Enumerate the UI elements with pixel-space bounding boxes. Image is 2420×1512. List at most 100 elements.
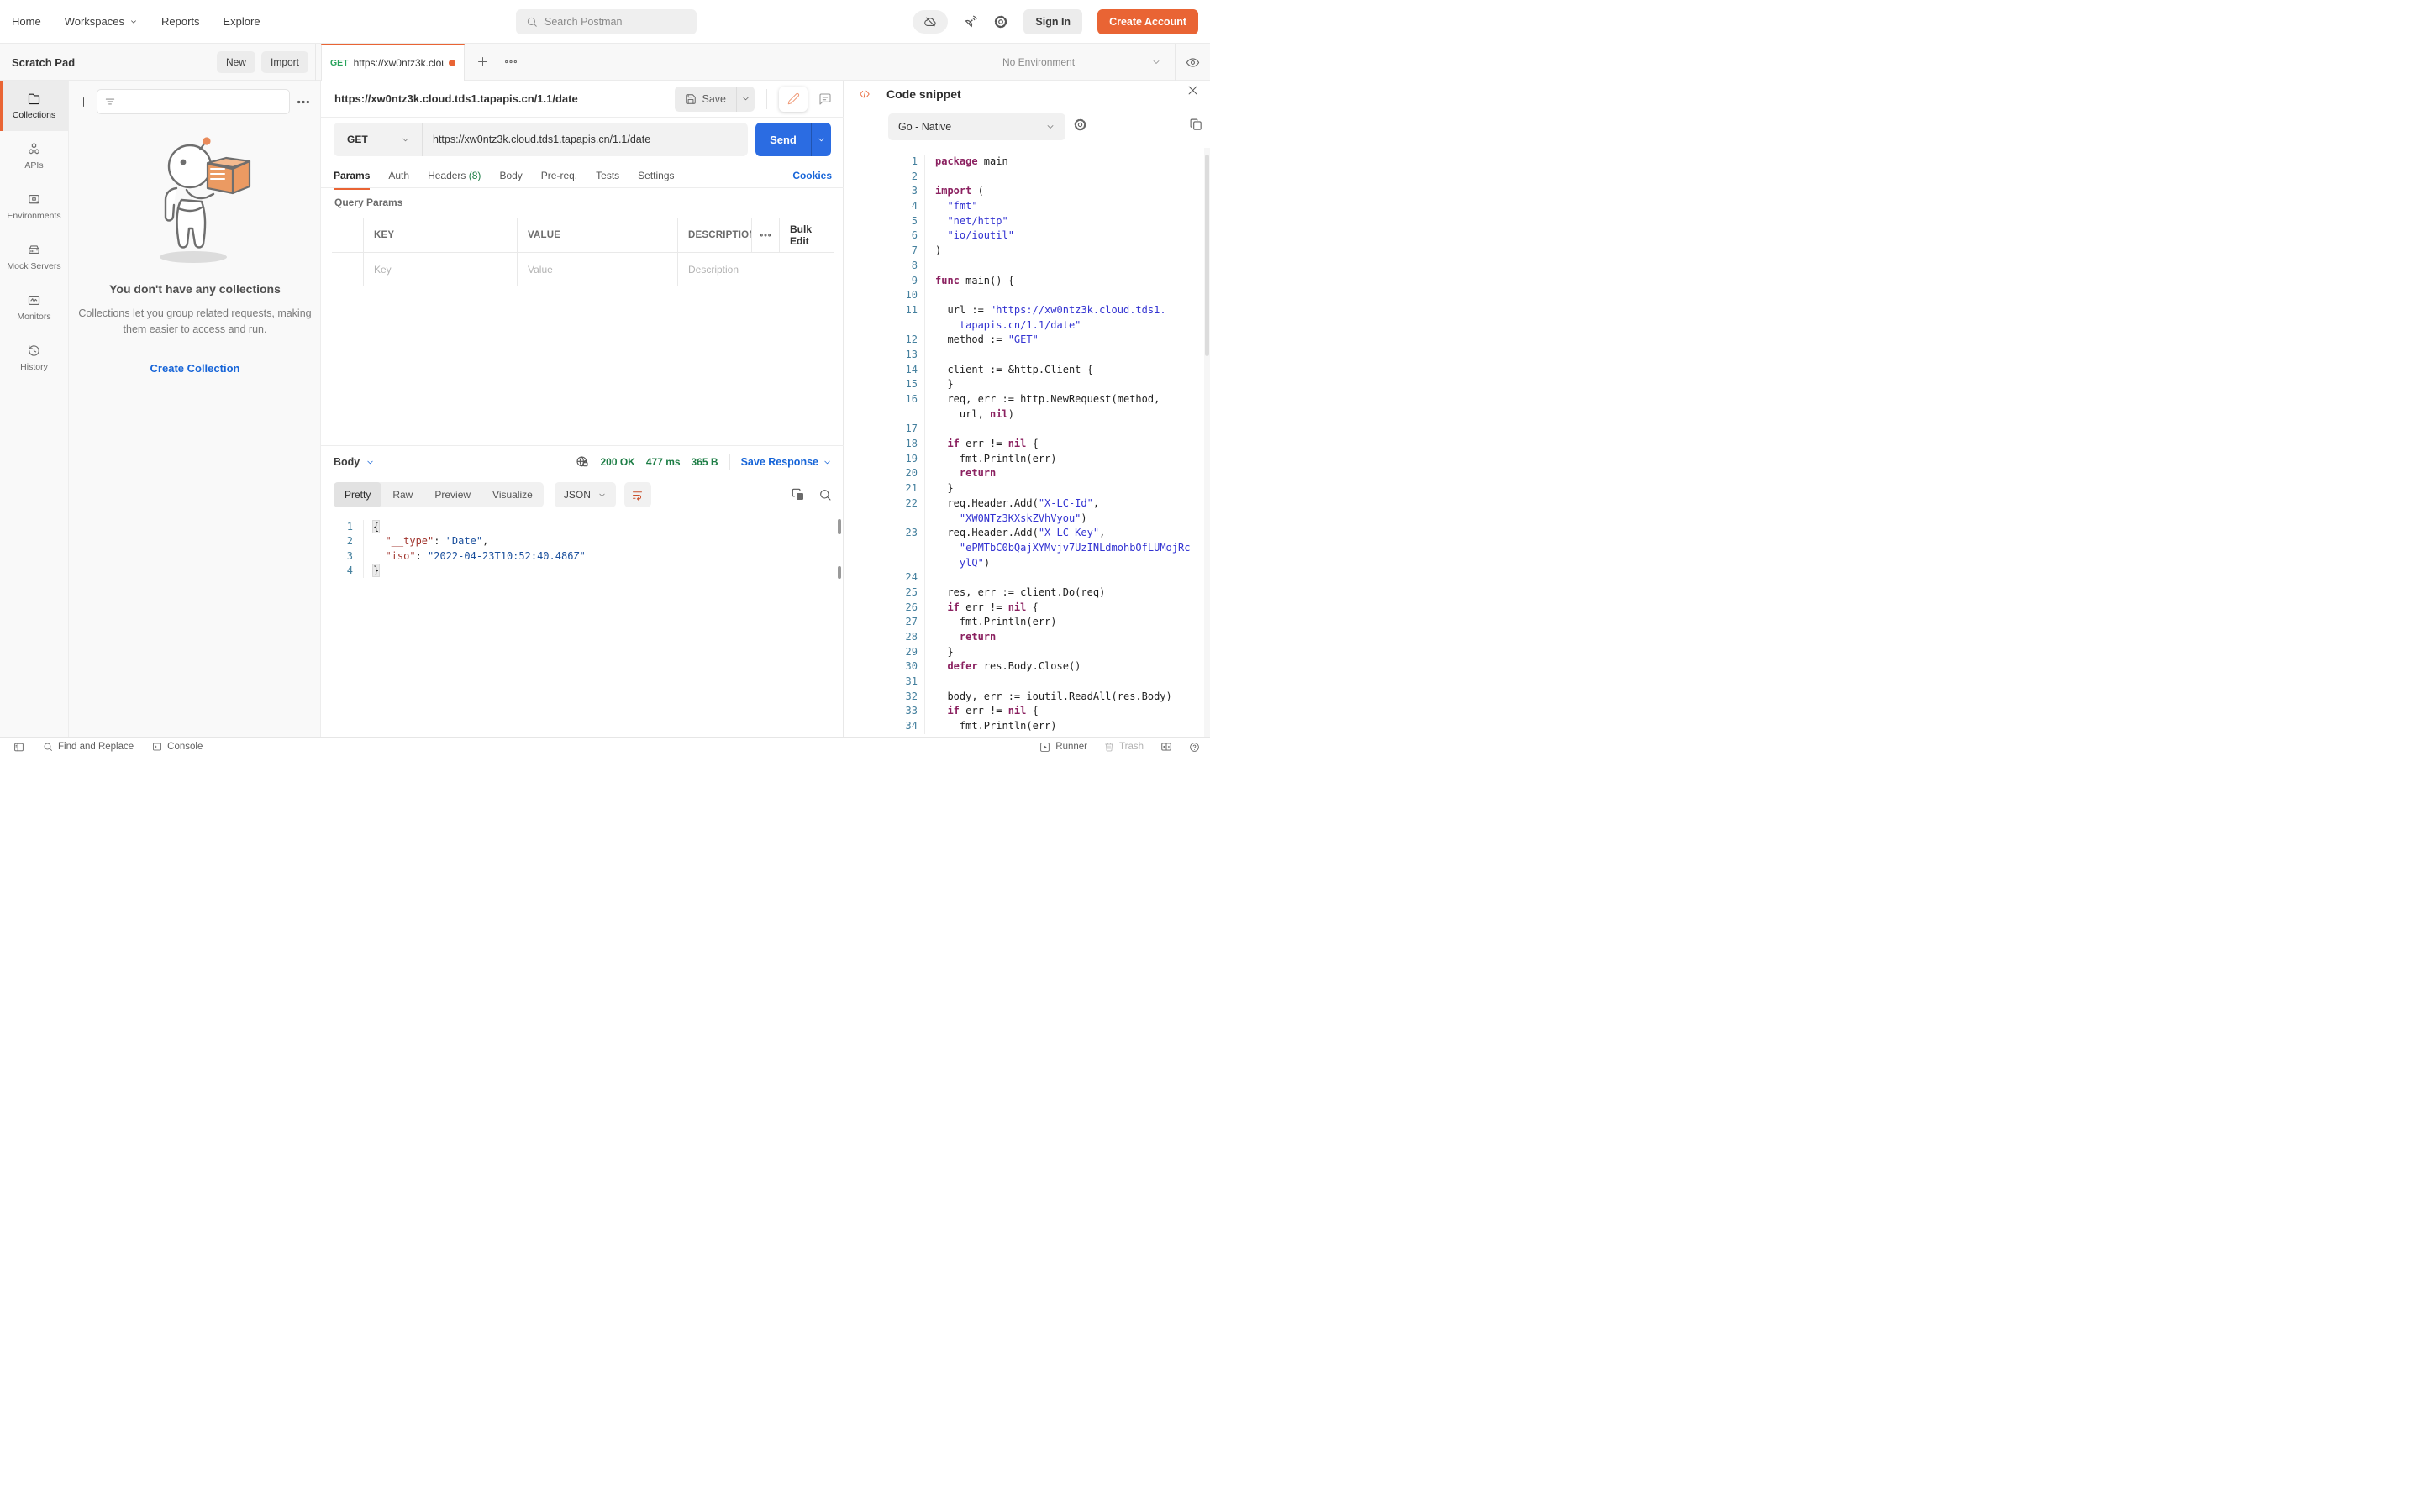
view-preview[interactable]: Preview: [424, 482, 481, 507]
capture-requests-button[interactable]: [963, 14, 978, 29]
code-line: 2 "__type": "Date",: [321, 534, 844, 549]
copy-icon[interactable]: [792, 488, 805, 501]
tab-auth[interactable]: Auth: [388, 164, 409, 189]
code-snippet-header: Code snippet: [844, 81, 1210, 108]
search-input[interactable]: Search Postman: [516, 9, 697, 34]
search-response-icon[interactable]: [818, 488, 832, 501]
nav-workspaces[interactable]: Workspaces: [65, 15, 138, 28]
sidebar-item-history[interactable]: History: [0, 333, 68, 383]
collections-panel: You don't have any collections Collectio…: [69, 81, 321, 737]
copy-snippet-button[interactable]: [1189, 118, 1203, 132]
code-line: 25 res, err := client.Do(req): [844, 585, 1205, 601]
collections-options-button[interactable]: [297, 98, 310, 106]
save-response-button[interactable]: Save Response: [741, 456, 832, 468]
create-collection-link[interactable]: Create Collection: [150, 362, 240, 375]
nav-home[interactable]: Home: [12, 15, 41, 28]
sidebar-item-monitors[interactable]: Monitors: [0, 282, 68, 333]
sidebar-item-environments[interactable]: Environments: [0, 181, 68, 232]
response-body-selector[interactable]: Body: [334, 456, 375, 468]
response-scrollbar[interactable]: [838, 566, 841, 579]
snippet-settings-button[interactable]: [1073, 118, 1087, 132]
sign-in-button[interactable]: Sign In: [1023, 9, 1082, 34]
sidebar-item-mock-servers[interactable]: Mock Servers: [0, 232, 68, 282]
environment-section: No Environment: [992, 44, 1210, 81]
tab-params[interactable]: Params: [334, 164, 370, 189]
code-line: 31: [844, 675, 1205, 690]
environment-quicklook-button[interactable]: [1175, 44, 1210, 81]
key-input[interactable]: Key: [364, 253, 518, 286]
send-button[interactable]: Send: [755, 123, 811, 156]
description-input[interactable]: Description: [678, 253, 834, 286]
runner-button[interactable]: Runner: [1039, 742, 1087, 753]
rename-request-button[interactable]: [779, 87, 808, 112]
import-button[interactable]: Import: [261, 51, 308, 73]
code-line: 34 fmt.Println(err): [844, 719, 1205, 734]
response-section: Body 200 OK 477 ms 365 B Save Response: [321, 445, 844, 738]
response-size[interactable]: 365 B: [692, 456, 718, 468]
response-json: 1{2 "__type": "Date",3 "iso": "2022-04-2…: [321, 520, 844, 578]
language-selector[interactable]: Go - Native: [888, 113, 1065, 140]
tab-headers[interactable]: Headers (8): [428, 164, 481, 189]
status-badge[interactable]: 200 OK: [600, 456, 634, 468]
trash-icon: [1104, 742, 1114, 752]
tab-body[interactable]: Body: [499, 164, 522, 189]
save-button[interactable]: Save: [675, 87, 737, 112]
toggle-sidebar-button[interactable]: [13, 742, 24, 753]
create-account-button[interactable]: Create Account: [1097, 9, 1198, 34]
comment-icon: [818, 92, 832, 106]
divider: [766, 89, 767, 109]
sidebar-item-apis[interactable]: APIs: [0, 131, 68, 181]
request-title-row: https://xw0ntz3k.cloud.tds1.tapapis.cn/1…: [321, 81, 844, 118]
view-visualize[interactable]: Visualize: [481, 482, 544, 507]
view-pretty[interactable]: Pretty: [334, 482, 381, 507]
search-icon: [526, 16, 538, 28]
bulk-edit-button[interactable]: Bulk Edit: [780, 218, 834, 252]
sidebar-item-collections[interactable]: Collections: [0, 81, 68, 131]
postman-app: Home Workspaces Reports Explore Search P…: [0, 0, 1210, 756]
tab-options-button[interactable]: [504, 58, 518, 66]
trash-button[interactable]: Trash: [1104, 742, 1144, 752]
snippet-scrollbar[interactable]: [1205, 155, 1209, 356]
wrap-text-button[interactable]: [624, 482, 651, 507]
response-scrollbar[interactable]: [838, 519, 841, 534]
console-button[interactable]: Console: [152, 742, 203, 752]
format-selector[interactable]: JSON: [555, 482, 616, 507]
offline-cloud-button[interactable]: [913, 10, 948, 34]
row-checkbox[interactable]: [332, 253, 364, 286]
view-raw[interactable]: Raw: [381, 482, 424, 507]
add-collection-button[interactable]: [77, 96, 90, 108]
method-selector[interactable]: GET: [334, 123, 423, 156]
checkbox-column: [332, 218, 364, 252]
environment-selector[interactable]: No Environment: [992, 56, 1151, 68]
request-tab[interactable]: GET https://xw0ntz3k.clouc: [321, 44, 465, 81]
find-replace-button[interactable]: Find and Replace: [43, 742, 134, 752]
request-tabstrip: GET https://xw0ntz3k.clouc: [316, 44, 992, 81]
value-input[interactable]: Value: [518, 253, 678, 286]
response-time[interactable]: 477 ms: [646, 456, 681, 468]
column-options-button[interactable]: [752, 218, 780, 252]
two-pane-button[interactable]: [1160, 741, 1172, 753]
nav-reports[interactable]: Reports: [161, 15, 200, 28]
status-bar: Find and Replace Console Runner Trash: [0, 737, 1210, 756]
save-options-button[interactable]: [736, 87, 755, 112]
new-button[interactable]: New: [217, 51, 255, 73]
tab-prereq[interactable]: Pre-req.: [541, 164, 577, 189]
collections-toolbar: [69, 81, 320, 114]
help-button[interactable]: [1189, 742, 1200, 753]
comment-button[interactable]: [818, 92, 832, 106]
add-tab-button[interactable]: [476, 55, 489, 68]
filter-collections-input[interactable]: [97, 89, 290, 114]
tab-tests[interactable]: Tests: [596, 164, 619, 189]
tab-settings[interactable]: Settings: [638, 164, 674, 189]
url-input[interactable]: https://xw0ntz3k.cloud.tds1.tapapis.cn/1…: [423, 134, 748, 145]
settings-button[interactable]: [993, 14, 1008, 29]
request-input-row: GET https://xw0ntz3k.cloud.tds1.tapapis.…: [334, 123, 831, 156]
network-info-icon[interactable]: [576, 455, 589, 469]
cookies-link[interactable]: Cookies: [792, 170, 832, 183]
nav-explore[interactable]: Explore: [224, 15, 260, 28]
eye-icon: [1186, 55, 1200, 70]
empty-state-title: You don't have any collections: [109, 282, 281, 296]
chevron-down-icon[interactable]: [1151, 57, 1161, 67]
send-options-button[interactable]: [811, 123, 831, 156]
close-icon[interactable]: [1186, 84, 1199, 97]
